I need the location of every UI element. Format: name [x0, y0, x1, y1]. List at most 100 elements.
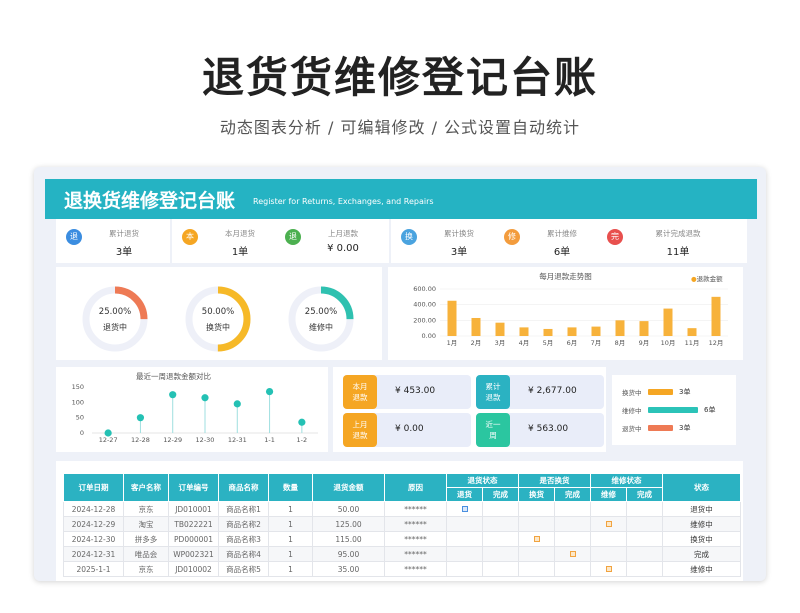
cell-repair-done[interactable]: [626, 561, 663, 577]
cell-repair[interactable]: [590, 501, 627, 517]
cell-return-done[interactable]: [482, 516, 519, 532]
returning-donut: 25.00% 退货中: [81, 285, 149, 353]
kpi-value: 3单: [115, 247, 133, 258]
cell-customer[interactable]: 拼多多: [123, 531, 169, 547]
cell-customer[interactable]: 淘宝: [123, 516, 169, 532]
cell-repair-done[interactable]: [626, 546, 663, 562]
kpi-label: 累计维修: [547, 229, 577, 238]
cell-reason[interactable]: ******: [384, 561, 447, 577]
cell-amount[interactable]: 50.00: [312, 501, 385, 517]
y-tick-label: 400.00: [413, 301, 436, 309]
lollipop-point: [201, 394, 209, 402]
cell-product[interactable]: 商品名称4: [218, 546, 269, 562]
cell-status[interactable]: 退货中: [662, 501, 741, 517]
legend-bar: [648, 407, 698, 413]
checkbox-icon[interactable]: [605, 565, 612, 572]
cell-product[interactable]: 商品名称3: [218, 531, 269, 547]
cell-exchange[interactable]: [518, 501, 555, 517]
cell-order[interactable]: WP002321: [168, 546, 219, 562]
cell-exchange-done[interactable]: [554, 561, 591, 577]
cell-exchange[interactable]: [518, 546, 555, 562]
cell-exchange-done[interactable]: [554, 546, 591, 562]
bar: [495, 322, 505, 336]
cell-status[interactable]: 维修中: [662, 561, 741, 577]
cell-qty[interactable]: 1: [268, 531, 313, 547]
weekly-refund-chart-panel: 最近一周退款金额对比 150 100 50 0 12-27 12-28 12-29 12-30…: [56, 367, 328, 452]
stat-value: ¥ 0.00: [395, 424, 424, 434]
cell-order[interactable]: TB022221: [168, 516, 219, 532]
cell-exchange-done[interactable]: [554, 531, 591, 547]
cell-date[interactable]: 2024-12-30: [63, 531, 124, 547]
cell-customer[interactable]: 京东: [123, 501, 169, 517]
cell-qty[interactable]: 1: [268, 546, 313, 562]
cell-return-done[interactable]: [482, 531, 519, 547]
cell-date[interactable]: 2025-1-1: [63, 561, 124, 577]
cell-qty[interactable]: 1: [268, 561, 313, 577]
checkbox-icon[interactable]: [605, 520, 612, 527]
cell-exchange[interactable]: [518, 531, 555, 547]
kpi-label: 本月退货: [225, 229, 255, 238]
cell-repair[interactable]: [590, 546, 627, 562]
cell-reason[interactable]: ******: [384, 501, 447, 517]
checkbox-icon[interactable]: [569, 550, 576, 557]
cell-exchange[interactable]: [518, 561, 555, 577]
table-row[interactable]: 2024-12-30 拼多多 PD000001 商品名称3 1 115.00 *…: [63, 531, 741, 547]
cell-reason[interactable]: ******: [384, 516, 447, 532]
cell-exchange-done[interactable]: [554, 516, 591, 532]
cell-return-done[interactable]: [482, 546, 519, 562]
cell-date[interactable]: 2024-12-31: [63, 546, 124, 562]
cell-status[interactable]: 维修中: [662, 516, 741, 532]
cell-customer[interactable]: 唯品会: [123, 546, 169, 562]
cell-exchange[interactable]: [518, 516, 555, 532]
cell-status[interactable]: 换货中: [662, 531, 741, 547]
kpi-card-total-repairs: 修 累计维修 6单: [494, 219, 608, 263]
table-row[interactable]: 2025-1-1 京东 JD010002 商品名称5 1 35.00 *****…: [63, 561, 741, 577]
cell-status[interactable]: 完成: [662, 546, 741, 562]
table-row[interactable]: 2024-12-28 京东 JD010001 商品名称1 1 50.00 ***…: [63, 501, 741, 517]
stat-badge-text: 累计: [485, 382, 501, 391]
cell-return[interactable]: [446, 531, 483, 547]
table-row[interactable]: 2024-12-31 唯品会 WP002321 商品名称4 1 95.00 **…: [63, 546, 741, 562]
cell-repair[interactable]: [590, 531, 627, 547]
checkbox-icon[interactable]: [461, 505, 468, 512]
cell-return[interactable]: [446, 501, 483, 517]
stat-card-last-month-refund: 上月 退款 ¥ 0.00: [343, 413, 471, 447]
kpi-value: ¥ 0.00: [327, 243, 359, 254]
cell-product[interactable]: 商品名称5: [218, 561, 269, 577]
donut-percent: 25.00%: [98, 307, 132, 317]
stat-card-total-refund: 累计 退款 ¥ 2,677.00: [476, 375, 604, 409]
cell-repair-done[interactable]: [626, 531, 663, 547]
checkbox-icon[interactable]: [533, 535, 540, 542]
cell-return-done[interactable]: [482, 501, 519, 517]
cell-amount[interactable]: 95.00: [312, 546, 385, 562]
cell-repair-done[interactable]: [626, 516, 663, 532]
cell-return[interactable]: [446, 516, 483, 532]
cell-reason[interactable]: ******: [384, 531, 447, 547]
cell-order[interactable]: JD010001: [168, 501, 219, 517]
cell-repair[interactable]: [590, 561, 627, 577]
cell-repair-done[interactable]: [626, 501, 663, 517]
cell-date[interactable]: 2024-12-29: [63, 516, 124, 532]
cell-order[interactable]: JD010002: [168, 561, 219, 577]
cell-date[interactable]: 2024-12-28: [63, 501, 124, 517]
table-row[interactable]: 2024-12-29 淘宝 TB022221 商品名称2 1 125.00 **…: [63, 516, 741, 532]
cell-qty[interactable]: 1: [268, 516, 313, 532]
cell-customer[interactable]: 京东: [123, 561, 169, 577]
cell-return[interactable]: [446, 561, 483, 577]
cell-return[interactable]: [446, 546, 483, 562]
cell-amount[interactable]: 125.00: [312, 516, 385, 532]
bar: [639, 321, 649, 336]
cell-repair[interactable]: [590, 516, 627, 532]
cell-product[interactable]: 商品名称1: [218, 501, 269, 517]
cell-return-done[interactable]: [482, 561, 519, 577]
cell-amount[interactable]: 115.00: [312, 531, 385, 547]
col-subheader-return: 退货: [446, 487, 483, 502]
kpi-card-month-returns: 本 本月退货 1单: [172, 219, 286, 263]
cell-amount[interactable]: 35.00: [312, 561, 385, 577]
cell-exchange-done[interactable]: [554, 501, 591, 517]
cell-reason[interactable]: ******: [384, 546, 447, 562]
legend-label: 维修中: [622, 407, 642, 415]
cell-qty[interactable]: 1: [268, 501, 313, 517]
cell-product[interactable]: 商品名称2: [218, 516, 269, 532]
cell-order[interactable]: PD000001: [168, 531, 219, 547]
